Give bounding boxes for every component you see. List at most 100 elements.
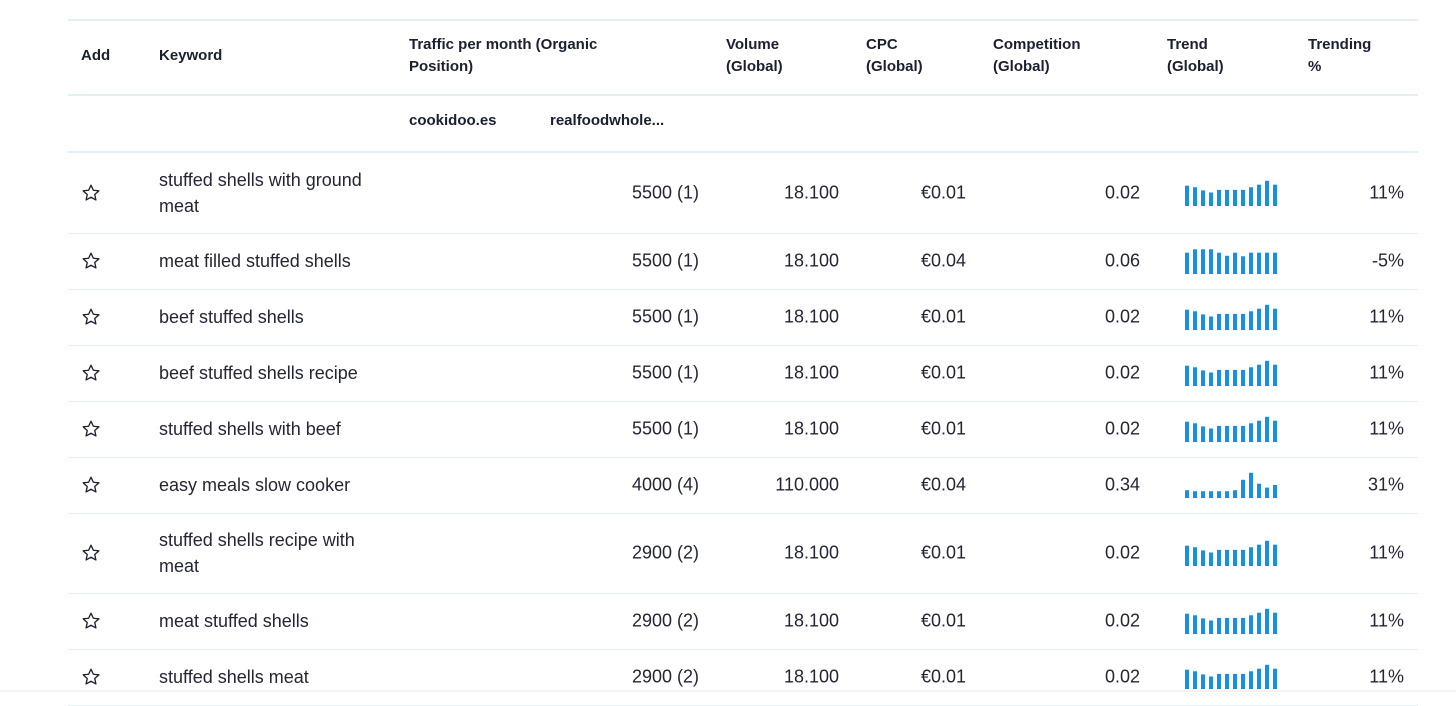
header-cpc-line1: CPC: [866, 36, 898, 53]
table-row[interactable]: beef stuffed shells 5500 (1) 18.100 €0.01 0.…: [68, 289, 1418, 346]
keyword-cell[interactable]: stuffed shells with beef: [159, 416, 399, 442]
subheader-site-realfood[interactable]: realfoodwhole...: [550, 112, 664, 129]
traffic-cell: 5500 (1): [631, 306, 699, 327]
star-icon[interactable]: [81, 419, 101, 439]
table-header: Add Keyword Traffic per month (Organic P…: [68, 21, 1418, 96]
header-competition[interactable]: Competition (Global): [993, 34, 1081, 78]
header-trend-line2: (Global): [1167, 58, 1224, 75]
trend-bar: [1209, 552, 1213, 566]
trend-bar: [1241, 617, 1245, 634]
subheader-site-cookidoo[interactable]: cookidoo.es: [409, 112, 497, 129]
trending-cell: 11%: [1369, 362, 1404, 383]
trend-bar: [1257, 668, 1261, 690]
header-keyword[interactable]: Keyword: [159, 45, 222, 67]
trend-bar: [1201, 249, 1205, 274]
trend-bar: [1265, 180, 1269, 206]
trending-cell: 11%: [1369, 182, 1404, 203]
table-row[interactable]: stuffed shells meat 2900 (2) 18.100 €0.01 0.…: [68, 649, 1418, 706]
trend-bar: [1257, 308, 1261, 330]
trend-bar: [1217, 369, 1221, 386]
trending-cell: 11%: [1369, 418, 1404, 439]
header-volume[interactable]: Volume (Global): [726, 34, 783, 78]
header-traffic[interactable]: Traffic per month (Organic Position): [409, 34, 597, 78]
trend-bar: [1233, 425, 1237, 442]
star-icon[interactable]: [81, 543, 101, 563]
star-icon[interactable]: [81, 363, 101, 383]
keyword-cell[interactable]: stuffed shells with ground meat: [159, 167, 399, 219]
trend-bar: [1241, 369, 1245, 386]
trend-bar: [1209, 316, 1213, 330]
competition-cell: 0.02: [1104, 362, 1140, 383]
keyword-cell[interactable]: stuffed shells meat: [159, 664, 399, 690]
keyword-cell[interactable]: stuffed shells recipe with meat: [159, 527, 399, 579]
trend-bar: [1241, 549, 1245, 566]
header-trending-line1: Trending: [1308, 36, 1372, 53]
trend-bar: [1185, 252, 1189, 274]
header-trending[interactable]: Trending %: [1308, 34, 1371, 78]
trend-bar: [1265, 540, 1269, 566]
trend-bar: [1249, 547, 1253, 566]
star-icon[interactable]: [81, 611, 101, 631]
star-icon[interactable]: [81, 251, 101, 271]
table-row[interactable]: meat stuffed shells 2900 (2) 18.100 €0.01 0.…: [68, 593, 1418, 650]
keyword-cell[interactable]: beef stuffed shells: [159, 304, 399, 330]
trend-bar: [1241, 479, 1245, 498]
cpc-cell: €0.01: [920, 182, 966, 203]
traffic-cell: 5500 (1): [631, 250, 699, 271]
trend-sparkline: [1185, 608, 1277, 634]
trend-bar: [1225, 255, 1229, 274]
trend-bar: [1249, 615, 1253, 634]
trend-bar: [1209, 620, 1213, 634]
cpc-cell: €0.01: [920, 362, 966, 383]
volume-cell: 18.100: [783, 666, 839, 687]
trend-bar: [1225, 673, 1229, 690]
header-trend[interactable]: Trend (Global): [1167, 34, 1224, 78]
trend-bar: [1201, 618, 1205, 634]
trend-bar: [1185, 365, 1189, 386]
trend-bar: [1241, 256, 1245, 274]
volume-cell: 18.100: [783, 362, 839, 383]
trend-bar: [1185, 309, 1189, 330]
star-icon[interactable]: [81, 183, 101, 203]
trend-sparkline: [1185, 540, 1277, 566]
table-row[interactable]: stuffed shells with beef 5500 (1) 18.100 €0…: [68, 401, 1418, 458]
trend-bar: [1217, 252, 1221, 274]
volume-cell: 18.100: [783, 542, 839, 563]
trend-bar: [1233, 313, 1237, 330]
competition-cell: 0.02: [1104, 306, 1140, 327]
header-cpc[interactable]: CPC (Global): [866, 34, 923, 78]
table-row[interactable]: easy meals slow cooker 4000 (4) 110.000 €0.…: [68, 457, 1418, 514]
keyword-cell[interactable]: meat filled stuffed shells: [159, 248, 399, 274]
trend-bar: [1209, 676, 1213, 690]
star-icon[interactable]: [81, 475, 101, 495]
trend-bar: [1249, 367, 1253, 386]
table-row[interactable]: stuffed shells recipe with meat 2900 (2) 1…: [68, 513, 1418, 594]
trend-bar: [1249, 423, 1253, 442]
trend-bar: [1201, 190, 1205, 206]
trend-bar: [1185, 669, 1189, 690]
trending-cell: 31%: [1367, 474, 1404, 495]
trend-bar: [1233, 189, 1237, 206]
table-row[interactable]: stuffed shells with ground meat 5500 (1) 1…: [68, 153, 1418, 234]
trend-bar: [1265, 360, 1269, 386]
trend-sparkline: [1185, 180, 1277, 206]
cpc-cell: €0.01: [920, 610, 966, 631]
keyword-cell[interactable]: easy meals slow cooker: [159, 472, 399, 498]
trend-bar: [1209, 372, 1213, 386]
trend-bar: [1249, 472, 1253, 498]
trend-bar: [1217, 549, 1221, 566]
star-icon[interactable]: [81, 667, 101, 687]
table-row[interactable]: meat filled stuffed shells 5500 (1) 18.100…: [68, 233, 1418, 290]
header-add[interactable]: Add: [81, 45, 110, 67]
star-icon[interactable]: [81, 307, 101, 327]
keyword-cell[interactable]: meat stuffed shells: [159, 608, 399, 634]
competition-cell: 0.02: [1104, 418, 1140, 439]
trend-bar: [1257, 612, 1261, 634]
trend-bar: [1273, 308, 1277, 330]
trend-bar: [1265, 664, 1269, 690]
table-row[interactable]: beef stuffed shells recipe 5500 (1) 18.100…: [68, 345, 1418, 402]
traffic-cell: 2900 (2): [631, 542, 699, 563]
keyword-cell[interactable]: beef stuffed shells recipe: [159, 360, 399, 386]
trend-bar: [1233, 673, 1237, 690]
trend-bar: [1233, 252, 1237, 274]
